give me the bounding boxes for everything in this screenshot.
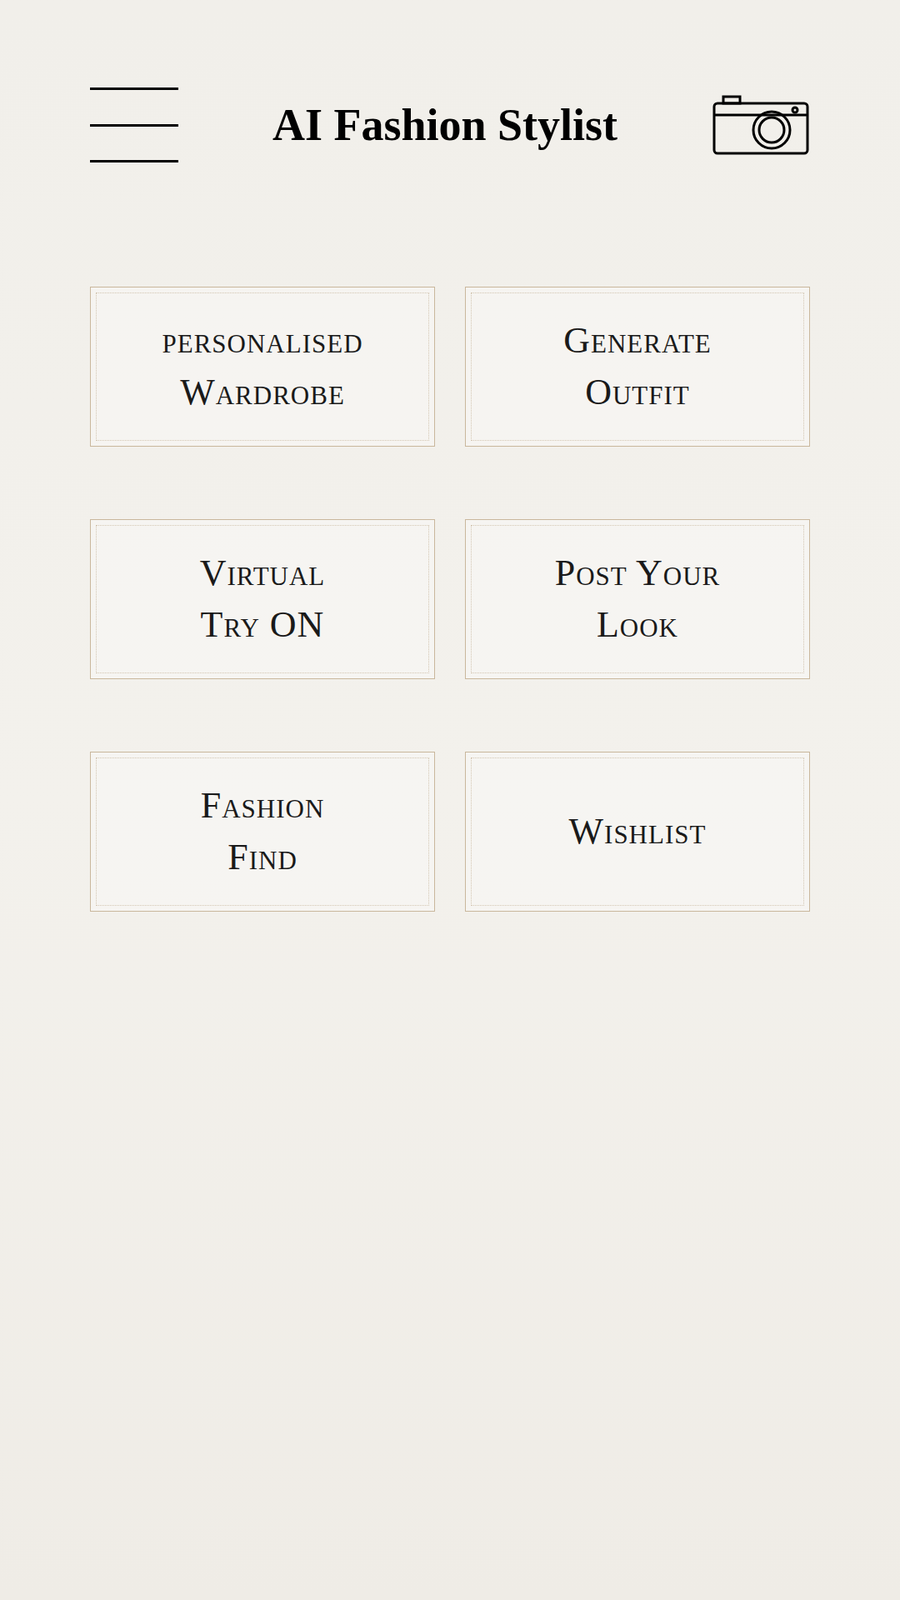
- tile-label: Find: [227, 831, 298, 884]
- tile-label: Virtual: [200, 547, 326, 600]
- tile-label: Try ON: [200, 599, 325, 651]
- tile-label: Look: [596, 599, 679, 651]
- feature-tile[interactable]: personalisedWardrobe: [90, 286, 435, 447]
- tile-label: Wishlist: [569, 805, 707, 858]
- tile-frame: Post YourLook: [470, 525, 805, 674]
- feature-tile[interactable]: FashionFind: [90, 751, 435, 912]
- app-screen: AI Fashion Stylist personalisedWardrobe G…: [0, 0, 900, 1600]
- tile-label: Generate: [563, 315, 712, 367]
- feature-tile[interactable]: Post YourLook: [465, 519, 810, 680]
- tile-label: Wardrobe: [180, 366, 345, 419]
- tile-label: Post Your: [555, 547, 721, 600]
- header: AI Fashion Stylist: [0, 0, 900, 167]
- feature-tile[interactable]: Wishlist: [465, 751, 810, 912]
- tile-frame: Wishlist: [470, 757, 805, 906]
- tile-label: Fashion: [200, 780, 325, 832]
- feature-grid: personalisedWardrobe GenerateOutfit Virtua…: [0, 166, 900, 912]
- tile-label: personalised: [161, 315, 363, 367]
- tile-frame: GenerateOutfit: [470, 292, 805, 441]
- feature-tile[interactable]: GenerateOutfit: [465, 286, 810, 447]
- camera-icon[interactable]: [711, 93, 810, 157]
- menu-icon[interactable]: [90, 87, 179, 163]
- tile-frame: FashionFind: [95, 757, 430, 906]
- app-title: AI Fashion Stylist: [272, 91, 618, 160]
- tile-frame: VirtualTry ON: [95, 525, 430, 674]
- tile-frame: personalisedWardrobe: [95, 292, 430, 441]
- tile-label: Outfit: [585, 366, 690, 419]
- feature-tile[interactable]: VirtualTry ON: [90, 519, 435, 680]
